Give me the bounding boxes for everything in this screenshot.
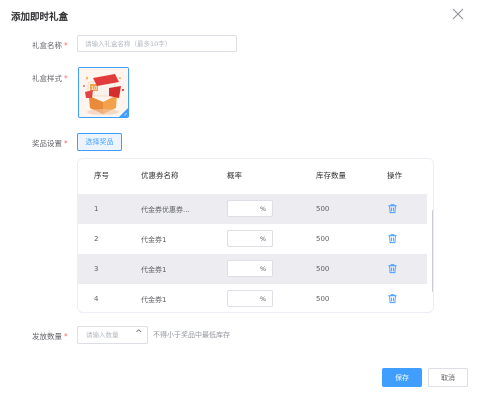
trash-icon[interactable]: [387, 263, 398, 274]
gift-style-label: 礼盒样式 *: [32, 73, 68, 84]
row-stock: 500: [316, 295, 330, 303]
required-mark: *: [64, 139, 68, 148]
row-coupon-name: 代金券1: [141, 266, 167, 274]
table-header: 序号 优惠券名称 概率 库存数量 操作: [78, 159, 433, 189]
quantity-label: 发放数量 *: [32, 331, 68, 342]
row-index: 1: [94, 205, 99, 213]
dialog-title: 添加即时礼盒: [11, 12, 69, 23]
column-header-stock: 库存数量: [316, 171, 346, 180]
quantity-input[interactable]: [78, 327, 130, 343]
required-mark: *: [64, 332, 68, 341]
prize-table: 序号 优惠券名称 概率 库存数量 操作 1 代金券优惠券... % 500 2 …: [77, 158, 434, 313]
quantity-hint: 不得小于奖品中最低库存: [153, 331, 230, 339]
required-mark: *: [64, 41, 68, 50]
probability-input[interactable]: %: [227, 260, 273, 277]
percent-sign: %: [259, 235, 266, 243]
check-icon: ✓: [123, 112, 128, 118]
cancel-button[interactable]: 取消: [428, 368, 468, 387]
row-stock: 500: [316, 205, 330, 213]
percent-sign: %: [259, 205, 266, 213]
column-header-probability: 概率: [227, 171, 242, 180]
select-prize-button[interactable]: 选择奖品: [77, 133, 122, 151]
row-coupon-name: 代金券1: [141, 236, 167, 244]
trash-icon[interactable]: [387, 203, 398, 214]
gift-name-input[interactable]: [77, 35, 237, 52]
row-coupon-name: 代金券优惠券...: [141, 206, 190, 214]
row-stock: 500: [316, 235, 330, 243]
probability-input[interactable]: %: [227, 290, 273, 307]
required-mark: *: [64, 74, 68, 83]
table-row: 4 代金券1 % 500: [78, 284, 427, 312]
probability-input[interactable]: %: [227, 230, 273, 247]
prize-setting-label-text: 奖品设置: [32, 139, 62, 148]
percent-sign: %: [259, 265, 266, 273]
table-row: 2 代金券1 % 500: [78, 224, 427, 254]
probability-input[interactable]: %: [227, 200, 273, 217]
row-coupon-name: 代金券1: [141, 296, 167, 304]
trash-icon[interactable]: [387, 293, 398, 304]
row-index: 3: [94, 265, 99, 273]
row-stock: 500: [316, 265, 330, 273]
save-button[interactable]: 保存: [382, 368, 422, 387]
column-header-actions: 操作: [387, 171, 402, 180]
prize-setting-label: 奖品设置 *: [32, 138, 68, 149]
column-header-index: 序号: [94, 171, 109, 180]
gift-name-label-text: 礼盒名称: [32, 41, 62, 50]
gift-style-option[interactable]: 10 ✓: [78, 67, 129, 118]
trash-icon[interactable]: [387, 233, 398, 244]
table-row: 1 代金券优惠券... % 500: [78, 194, 427, 224]
percent-sign: %: [259, 295, 266, 303]
table-row: 3 代金券1 % 500: [78, 254, 427, 284]
row-index: 4: [94, 295, 99, 303]
gift-name-label: 礼盒名称 *: [32, 40, 68, 51]
close-icon[interactable]: [450, 6, 466, 22]
gift-style-label-text: 礼盒样式: [32, 74, 62, 83]
quantity-stepper: ^: [77, 326, 148, 344]
column-header-coupon-name: 优惠券名称: [141, 171, 179, 180]
row-index: 2: [94, 235, 99, 243]
table-scrollbar[interactable]: [432, 210, 433, 292]
chevron-up-icon[interactable]: ^: [135, 329, 143, 339]
quantity-label-text: 发放数量: [32, 332, 62, 341]
